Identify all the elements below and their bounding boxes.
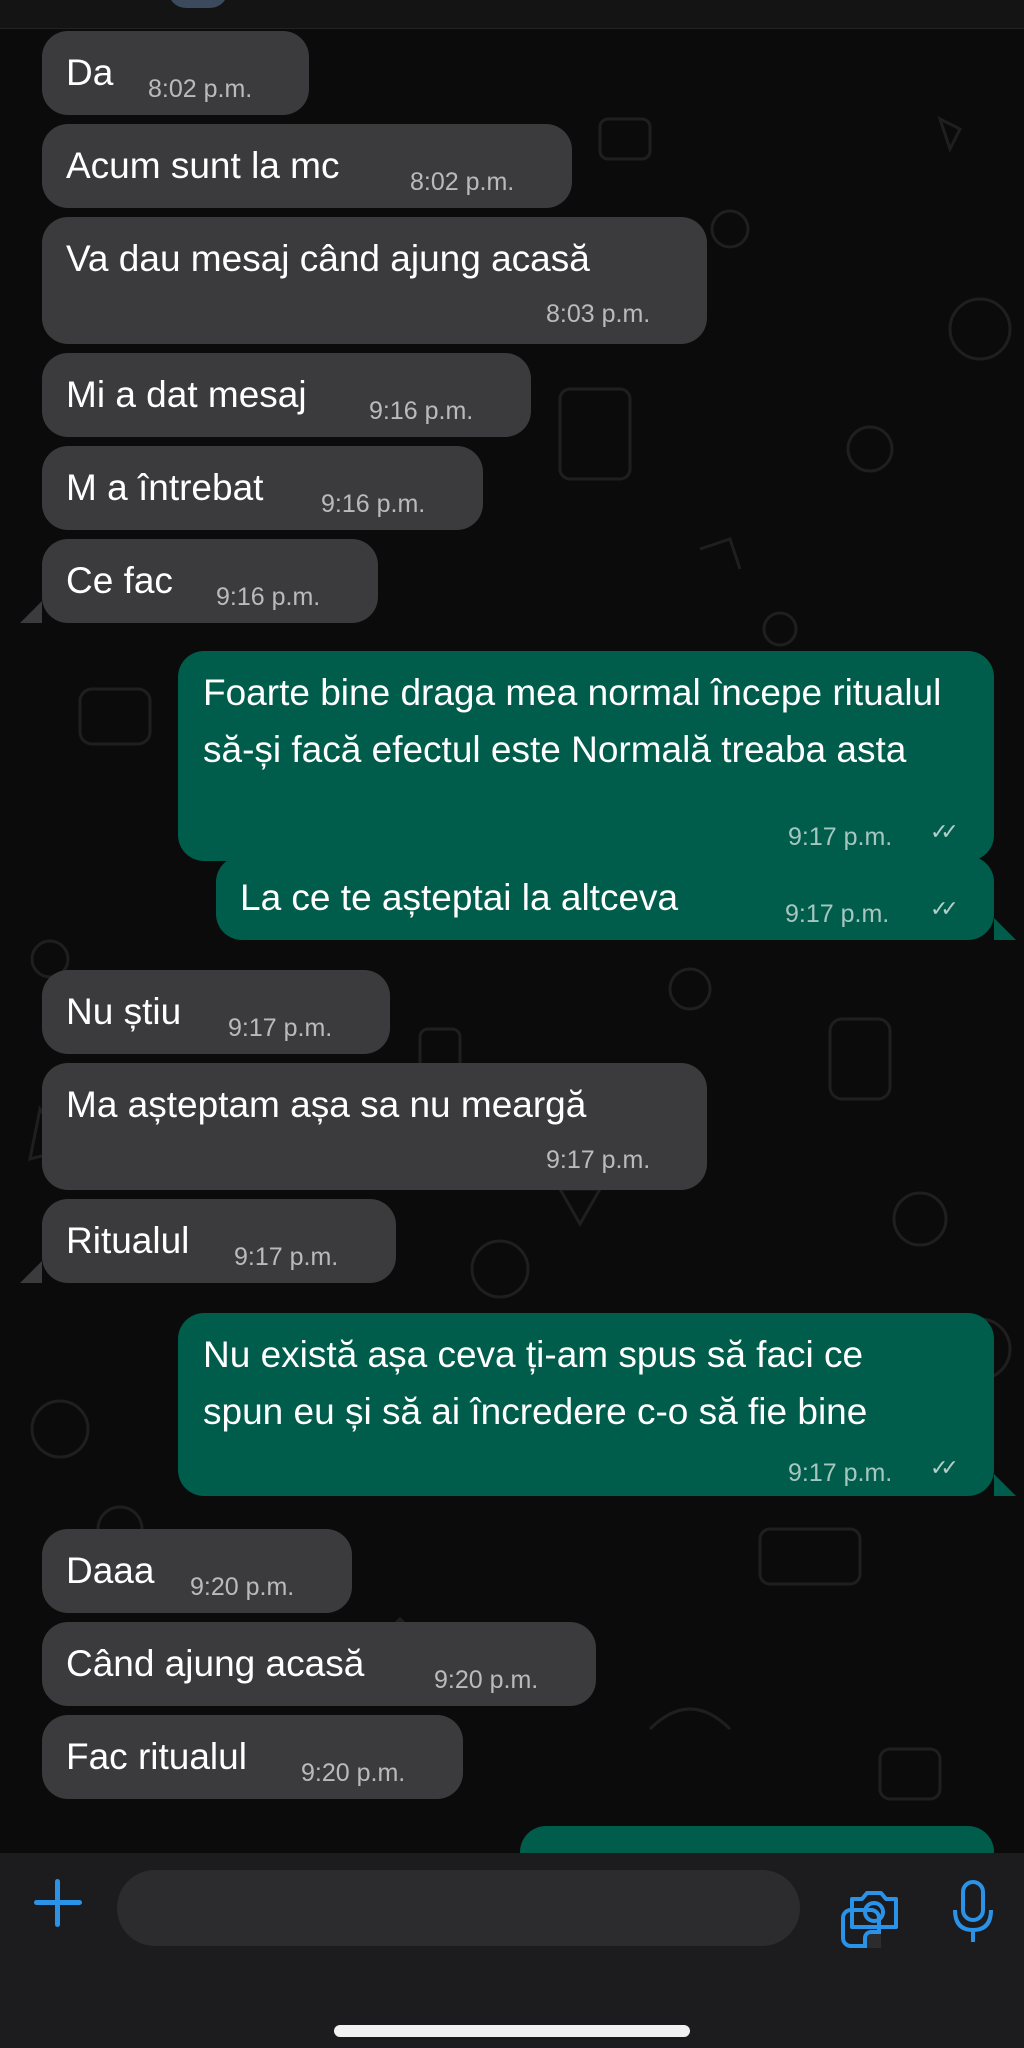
incoming-message[interactable]: Mi a dat mesaj 9:16 p.m. [42,353,531,437]
message-composer [0,1853,1024,2048]
message-text: Daaa [66,1550,155,1591]
contact-avatar[interactable] [168,0,228,8]
message-text: Nu știu [66,991,182,1032]
message-text: Va dau mesaj când ajung acasă [66,238,590,279]
incoming-message[interactable]: Ce fac 9:16 p.m. [42,539,378,623]
message-text: Nu există așa ceva ți-am spus să faci ce… [203,1334,868,1432]
message-text: Ma așteptam așa sa nu meargă [66,1084,587,1125]
message-time: 9:16 p.m. [216,583,321,611]
message-text: Ritualul [66,1220,190,1261]
bubble-tail [994,1474,1016,1496]
message-text: Fac ritualul [66,1736,247,1777]
incoming-message[interactable]: Fac ritualul 9:20 p.m. [42,1715,463,1799]
message-time: 9:20 p.m. [190,1573,295,1601]
read-receipt-icon: ✓✓ [930,1455,959,1480]
outgoing-message[interactable]: Foarte bine draga mea normal începe ritu… [178,651,994,861]
incoming-message[interactable]: M a întrebat 9:16 p.m. [42,446,483,530]
read-receipt-icon: ✓✓ [930,896,959,921]
message-time: 9:20 p.m. [301,1759,406,1787]
message-time: 9:16 p.m. [369,397,474,425]
home-indicator [334,2025,690,2037]
message-text: Mi a dat mesaj [66,374,307,415]
message-time: 9:17 p.m. [234,1243,339,1271]
message-text: Când ajung acasă [66,1643,365,1684]
incoming-message[interactable]: Nu știu 9:17 p.m. [42,970,390,1054]
message-text: Da [66,52,114,93]
incoming-message[interactable]: Va dau mesaj când ajung acasă 8:03 p.m. [42,217,707,344]
incoming-message[interactable]: Ma așteptam așa sa nu meargă 9:17 p.m. [42,1063,707,1190]
message-time: 9:17 p.m. [785,900,890,928]
message-time: 9:17 p.m. [546,1146,651,1174]
message-time: 8:03 p.m. [546,300,651,328]
chat-header [0,0,1024,29]
message-text: Acum sunt la mc [66,145,340,186]
incoming-message[interactable]: Ritualul 9:17 p.m. [42,1199,396,1283]
plus-icon[interactable] [28,1873,88,1933]
incoming-message[interactable]: Când ajung acasă 9:20 p.m. [42,1622,596,1706]
bubble-tail [994,918,1016,940]
message-text: La ce te așteptai la altceva [240,877,679,918]
bubble-tail [20,601,42,623]
message-time: 9:16 p.m. [321,490,426,518]
outgoing-message-partial[interactable] [520,1826,994,1853]
message-text: Ce fac [66,560,173,601]
message-text: M a întrebat [66,467,264,508]
camera-icon[interactable] [848,1889,900,1931]
message-time: 8:02 p.m. [148,75,253,103]
incoming-message[interactable]: Da 8:02 p.m. [42,31,309,115]
chat-messages-area[interactable]: Da 8:02 p.m. Acum sunt la mc 8:02 p.m. V… [0,29,1024,1853]
bubble-tail [20,1261,42,1283]
read-receipt-icon: ✓✓ [930,819,959,844]
message-time: 9:17 p.m. [788,823,893,851]
message-time: 9:20 p.m. [434,1666,539,1694]
outgoing-message[interactable]: La ce te așteptai la altceva 9:17 p.m. ✓… [216,856,994,940]
incoming-message[interactable]: Daaa 9:20 p.m. [42,1529,352,1613]
microphone-icon[interactable] [950,1878,996,1948]
message-input[interactable] [117,1870,881,1948]
message-time: 9:17 p.m. [788,1459,893,1487]
message-time: 9:17 p.m. [228,1014,333,1042]
message-time: 8:02 p.m. [410,168,515,196]
outgoing-message[interactable]: Nu există așa ceva ți-am spus să faci ce… [178,1313,994,1496]
message-text: Foarte bine draga mea normal începe ritu… [203,672,942,770]
incoming-message[interactable]: Acum sunt la mc 8:02 p.m. [42,124,572,208]
